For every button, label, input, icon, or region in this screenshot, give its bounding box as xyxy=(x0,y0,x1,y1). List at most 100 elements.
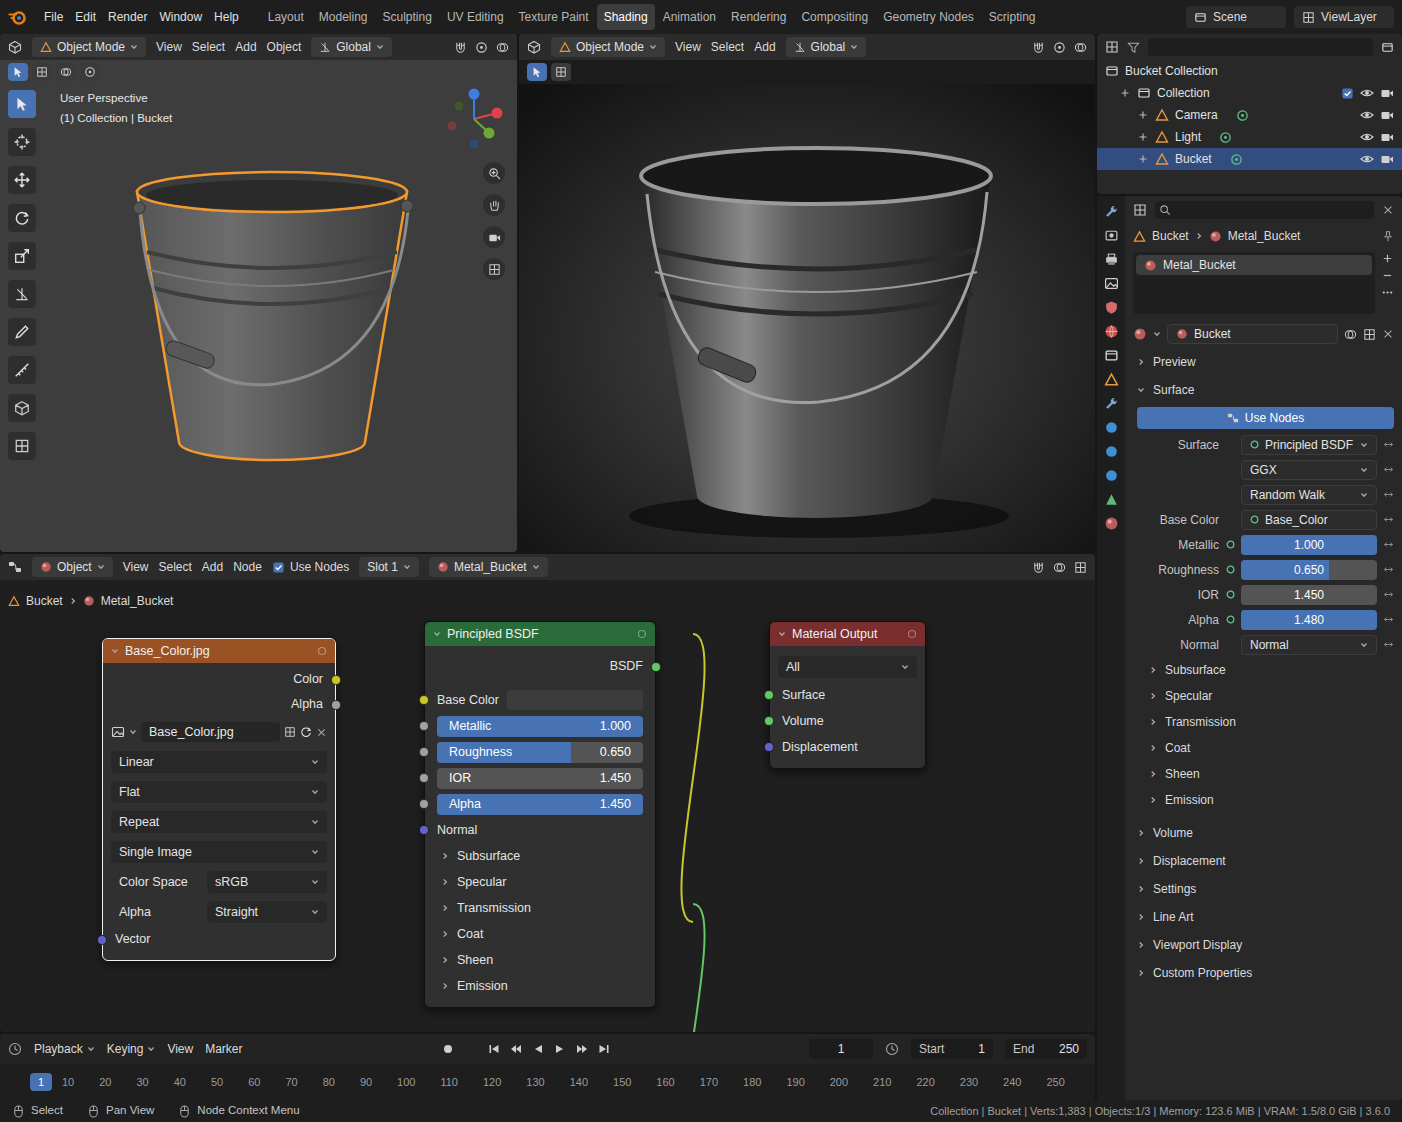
node-header[interactable]: Principled BSDF xyxy=(425,622,655,646)
header-menu[interactable]: Select xyxy=(158,558,191,576)
dropdown-field[interactable]: GGX xyxy=(1241,460,1377,480)
node-dropdown[interactable]: sRGB xyxy=(207,871,327,893)
socket[interactable] xyxy=(331,700,341,710)
socket-icon[interactable] xyxy=(1226,540,1235,549)
material-tab-icon[interactable] xyxy=(1104,516,1119,531)
outliner-label[interactable]: Light xyxy=(1175,128,1201,146)
link-socket-icon[interactable] xyxy=(1383,639,1394,650)
node-slider[interactable]: Alpha1.450 xyxy=(437,794,643,815)
tool-toggle[interactable] xyxy=(56,63,76,81)
play-reverse-icon[interactable] xyxy=(532,1043,544,1055)
outliner-label[interactable]: Collection xyxy=(1157,84,1210,102)
workspace-tab[interactable]: Scripting xyxy=(982,4,1043,30)
physics-tab-icon[interactable] xyxy=(1104,444,1119,459)
display-mode-icon[interactable] xyxy=(1105,40,1119,54)
properties-search[interactable] xyxy=(1155,201,1374,219)
slider-field[interactable]: 1.450 xyxy=(1241,585,1377,605)
browse-material-icon[interactable] xyxy=(1133,327,1147,341)
data-tab-icon[interactable] xyxy=(1104,492,1119,507)
bucket-model-icon[interactable] xyxy=(125,162,425,472)
modifier-tab-icon[interactable] xyxy=(1104,396,1119,411)
snap-icon[interactable] xyxy=(1032,561,1045,574)
3d-viewport[interactable]: Object ModeViewSelectAddObjectGlobalUser… xyxy=(0,34,517,552)
prev-key-icon[interactable] xyxy=(510,1043,522,1055)
socket-icon[interactable] xyxy=(1250,515,1259,524)
editor-type-icon[interactable] xyxy=(527,40,541,54)
panel-header[interactable]: Volume xyxy=(1133,819,1394,847)
principled-bsdf-node[interactable]: Principled BSDFBSDFBase ColorMetallic1.0… xyxy=(424,621,656,1008)
nav-button[interactable] xyxy=(483,194,505,216)
outliner[interactable]: Bucket CollectionCollectionCameraLightBu… xyxy=(1097,34,1402,194)
workspace-tab[interactable]: Texture Paint xyxy=(512,4,596,30)
object-icon[interactable] xyxy=(1155,130,1169,144)
socket[interactable] xyxy=(419,799,429,809)
overlay-icon[interactable] xyxy=(1053,561,1066,574)
view-layer-tab-icon[interactable] xyxy=(1104,276,1119,291)
view-layer-field[interactable]: ViewLayer xyxy=(1294,6,1394,28)
node-panel[interactable]: Sheen xyxy=(425,947,655,973)
socket[interactable] xyxy=(419,695,429,705)
socket[interactable] xyxy=(419,825,429,835)
nav-button[interactable] xyxy=(483,258,505,280)
snap-icon[interactable] xyxy=(1032,41,1045,54)
constraints-tab-icon[interactable] xyxy=(1104,468,1119,483)
image-browse-icon[interactable] xyxy=(111,725,125,739)
checkbox-icon[interactable] xyxy=(272,561,285,574)
header-menu[interactable]: Add xyxy=(754,38,775,56)
dropdown-field[interactable]: Principled BSDF xyxy=(1241,435,1377,455)
socket[interactable] xyxy=(651,662,661,672)
node-slider[interactable]: Metallic1.000 xyxy=(437,716,643,737)
use-nodes-button[interactable]: Use Nodes xyxy=(1137,407,1394,429)
node-dropdown[interactable]: Single Image xyxy=(111,841,327,863)
outliner-row[interactable]: Light xyxy=(1097,126,1402,148)
editor-type-icon[interactable] xyxy=(8,560,22,574)
link-socket-icon[interactable] xyxy=(1383,514,1394,525)
color-swatch[interactable] xyxy=(507,690,643,710)
workspace-tab[interactable]: Geometry Nodes xyxy=(876,4,981,30)
menu-item[interactable]: Window xyxy=(153,5,208,29)
slot-list[interactable]: Metal_Bucket xyxy=(1133,252,1375,314)
jump-start-icon[interactable] xyxy=(488,1043,500,1055)
scene-collection-icon[interactable] xyxy=(1105,64,1119,78)
mode-dropdown[interactable]: Object Mode xyxy=(32,37,146,57)
tool-button[interactable] xyxy=(8,394,36,422)
workspace-tab[interactable]: UV Editing xyxy=(440,4,511,30)
expand-icon[interactable] xyxy=(1137,109,1149,121)
exclude-checkbox-icon[interactable] xyxy=(1341,87,1354,100)
panel-header[interactable]: Line Art xyxy=(1133,903,1394,931)
panel-header[interactable]: Custom Properties xyxy=(1133,959,1394,987)
node-dropdown[interactable]: Repeat xyxy=(111,811,327,833)
timeline-menu[interactable]: View xyxy=(167,1040,193,1058)
tool-button[interactable] xyxy=(8,242,36,270)
breadcrumb-item[interactable]: Metal_Bucket xyxy=(1228,227,1301,245)
panel-header[interactable]: Displacement xyxy=(1133,847,1394,875)
workspace-tab[interactable]: Animation xyxy=(656,4,723,30)
overlay-icon[interactable] xyxy=(1074,41,1087,54)
dropdown-field[interactable]: Random Walk xyxy=(1241,485,1377,505)
node-panel[interactable]: Transmission xyxy=(425,895,655,921)
playhead[interactable]: 1 xyxy=(30,1073,52,1091)
proportional-edit-icon[interactable] xyxy=(475,41,488,54)
object-icon[interactable] xyxy=(1155,152,1169,166)
node-header[interactable]: Material Output xyxy=(770,622,925,646)
workspace-tab[interactable]: Sculpting xyxy=(376,4,439,30)
expand-icon[interactable] xyxy=(1137,153,1149,165)
fake-user-icon[interactable] xyxy=(1344,328,1357,341)
duplicate-icon[interactable] xyxy=(1363,328,1376,341)
panel-header[interactable]: Surface xyxy=(1133,376,1394,404)
reload-image-icon[interactable] xyxy=(300,726,312,738)
play-icon[interactable] xyxy=(554,1043,566,1055)
material-dropdown[interactable]: Metal_Bucket xyxy=(429,557,548,577)
target-dropdown[interactable]: All xyxy=(778,656,917,678)
socket[interactable] xyxy=(764,742,774,752)
collection-icon[interactable] xyxy=(1137,86,1151,100)
close-icon[interactable] xyxy=(1382,204,1394,216)
scene-icon[interactable] xyxy=(1194,11,1207,24)
workspace-tab[interactable]: Rendering xyxy=(724,4,793,30)
object-data-icon[interactable] xyxy=(1230,153,1243,166)
tool-toggle[interactable] xyxy=(32,63,52,81)
header-menu[interactable]: View xyxy=(675,38,701,56)
node-panel[interactable]: Specular xyxy=(425,869,655,895)
timeline-menu[interactable]: Playback xyxy=(34,1040,95,1058)
slider-field[interactable]: 0.650 xyxy=(1241,560,1377,580)
